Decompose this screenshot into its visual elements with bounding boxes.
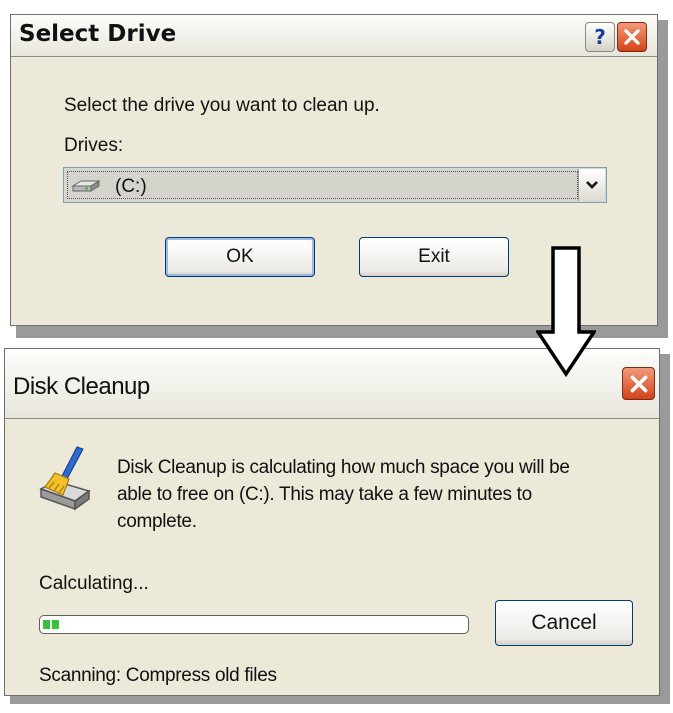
disk-cleanup-broom-icon (39, 446, 91, 511)
message-line-3: complete. (117, 511, 197, 532)
progress-chunk (52, 620, 59, 629)
dialog-title: Select Drive (19, 21, 177, 47)
down-arrow-icon (536, 246, 596, 378)
help-icon: ? (594, 25, 606, 49)
drive-select[interactable]: (C:) (63, 167, 607, 203)
status-text: Calculating... (39, 573, 149, 594)
progress-chunk (43, 620, 50, 629)
disk-cleanup-dialog: Disk Cleanup Disk Cleanup is calculating… (4, 348, 660, 696)
close-icon (630, 375, 647, 392)
help-button[interactable]: ? (585, 22, 615, 52)
selected-drive-value: (C:) (115, 176, 147, 197)
message-line-1: Disk Cleanup is calculating how much spa… (117, 457, 570, 478)
drives-label: Drives: (64, 135, 124, 156)
exit-button[interactable]: Exit (359, 237, 509, 277)
ok-button[interactable]: OK (165, 237, 315, 277)
close-button[interactable] (617, 22, 647, 52)
chevron-down-icon (586, 181, 598, 189)
scanning-text: Scanning: Compress old files (39, 665, 277, 686)
cancel-button[interactable]: Cancel (495, 600, 633, 646)
prompt-text: Select the drive you want to clean up. (64, 95, 380, 116)
hard-drive-icon (71, 180, 101, 192)
dialog-title: Disk Cleanup (13, 373, 150, 400)
message-line-2: able to free on (C:). This may take a fe… (117, 484, 532, 505)
close-button[interactable] (622, 367, 655, 400)
dropdown-button[interactable] (578, 169, 605, 201)
close-icon (624, 29, 640, 45)
progress-bar (39, 615, 469, 634)
title-bar[interactable]: Select Drive ? (11, 15, 657, 57)
